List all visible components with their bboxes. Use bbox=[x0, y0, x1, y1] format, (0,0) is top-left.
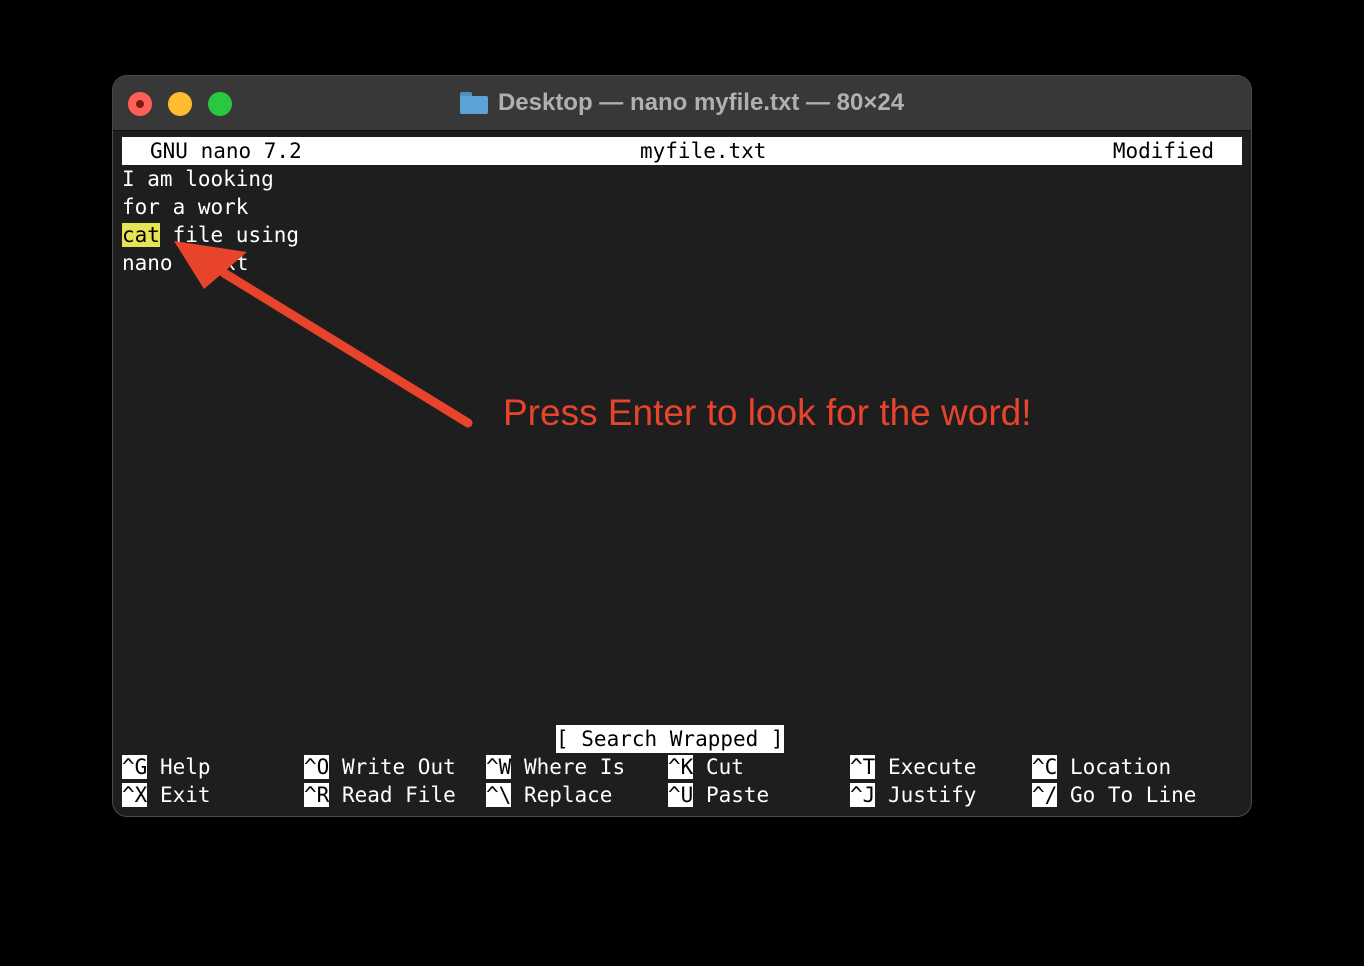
annotation-text: Press Enter to look for the word! bbox=[503, 392, 1032, 433]
arrow-shaft bbox=[219, 268, 473, 428]
annotation-arrow bbox=[174, 241, 473, 428]
